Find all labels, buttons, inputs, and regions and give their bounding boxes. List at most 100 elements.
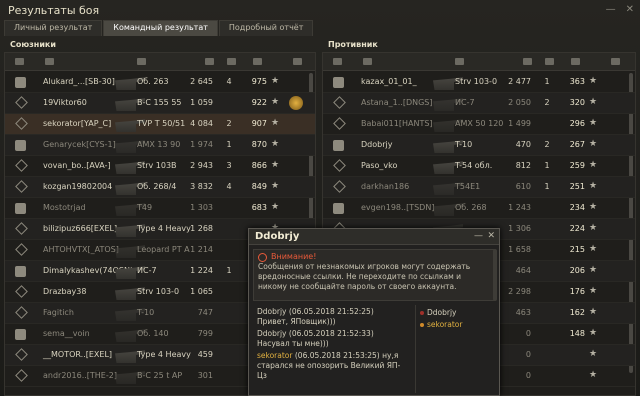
kills-value: 1 <box>226 266 232 275</box>
xp-value: 320 <box>569 98 585 107</box>
damage-value: 2 298 <box>508 287 531 296</box>
warning-scrollbar[interactable] <box>493 249 497 301</box>
clan-emblem-icon <box>333 140 344 151</box>
close-icon[interactable]: ✕ <box>487 231 495 241</box>
table-row[interactable]: Genarycek[CYS-1] AMX 13 90 1 974 1 870 ★ <box>5 135 315 156</box>
participant[interactable]: sekorator <box>420 319 491 331</box>
damage-value: 464 <box>515 266 531 275</box>
player-name: sema__voin <box>43 329 90 338</box>
xp-value: 866 <box>251 161 267 170</box>
message-author[interactable]: Ddobrjy <box>257 329 287 338</box>
warning-icon <box>258 253 267 262</box>
player-name: АНТОНVTX[_ATOS] <box>43 245 119 254</box>
sort-vehicle-icon[interactable] <box>137 58 146 65</box>
sort-player-icon[interactable] <box>363 58 372 65</box>
message-time: (06.05.2018 21:52:25) <box>288 307 374 316</box>
minimize-icon[interactable]: — <box>474 231 483 241</box>
sort-platoon-icon[interactable] <box>333 58 342 65</box>
sort-xp-icon[interactable] <box>571 58 580 65</box>
sort-vehicle-icon[interactable] <box>455 58 464 65</box>
sort-medal-icon[interactable] <box>611 58 620 65</box>
vehicle-name: T-54 обл. <box>455 161 493 170</box>
close-icon[interactable]: ✕ <box>626 4 634 15</box>
damage-value: 1 974 <box>190 140 213 149</box>
rank-icon <box>15 369 28 382</box>
table-row[interactable]: Astana_1..[DNGS] ИС-7 2 050 2 320 ★ <box>323 93 635 114</box>
tabs-bar: Личный результат Командный результат Под… <box>4 20 314 36</box>
star-icon: ★ <box>271 139 280 149</box>
player-name: andr2016..[THE-2] <box>43 371 117 380</box>
player-name: sekorator[YAP_C] <box>43 119 112 128</box>
star-icon: ★ <box>589 223 598 233</box>
table-row[interactable]: evgen198..[TSDN] Об. 268 1 243 234 ★ <box>323 198 635 219</box>
table-row[interactable]: Alukard_...[SB-30] Об. 263 2 645 4 975 ★ <box>5 72 315 93</box>
tab-personal[interactable]: Личный результат <box>4 20 103 36</box>
vehicle-name: Strv 103-0 <box>455 77 498 86</box>
sort-kills-icon[interactable] <box>227 58 236 65</box>
participant[interactable]: Ddobrjy <box>420 307 491 319</box>
player-name: Genarycek[CYS-1] <box>43 140 116 149</box>
table-row[interactable]: darkhan186 T54E1 610 1 251 ★ <box>323 177 635 198</box>
kills-value: 2 <box>544 140 550 149</box>
damage-value: 0 <box>525 329 531 338</box>
status-dot-icon <box>420 311 424 315</box>
damage-value: 301 <box>197 371 213 380</box>
player-name: Mostotrjad <box>43 203 86 212</box>
minimize-icon[interactable]: — <box>606 4 616 15</box>
table-row[interactable]: Babai011[HANTS] AMX 50 120 1 499 296 ★ <box>323 114 635 135</box>
rank-icon <box>15 285 28 298</box>
vehicle-name: ИС-7 <box>137 266 157 275</box>
table-row[interactable]: sekorator[YAP_C] TVP T 50/51 4 084 2 907 ★ <box>5 114 315 135</box>
allies-column-header <box>5 53 315 71</box>
sort-kills-icon[interactable] <box>545 58 554 65</box>
damage-value: 812 <box>515 161 531 170</box>
table-row[interactable]: Paso_vko T-54 обл. 812 1 259 ★ <box>323 156 635 177</box>
sort-damage-icon[interactable] <box>205 58 214 65</box>
table-row[interactable]: Mostotrjad T49 1 303 683 ★ <box>5 198 315 219</box>
table-row[interactable]: vovan_bo..[AVA-] Strv 103B 2 943 3 866 ★ <box>5 156 315 177</box>
sort-platoon-icon[interactable] <box>15 58 24 65</box>
enemies-header: Противник <box>328 40 378 49</box>
table-row[interactable]: 19Viktor60 В-С 155 55 1 059 922 ★ <box>5 93 315 114</box>
xp-value: 162 <box>569 308 585 317</box>
vehicle-name: Об. 140 <box>137 329 169 338</box>
sort-player-icon[interactable] <box>45 58 54 65</box>
table-row[interactable]: kazax_01_01_ Strv 103-0 2 477 1 363 ★ <box>323 72 635 93</box>
kills-value: 4 <box>226 182 232 191</box>
tab-detailed[interactable]: Подробный отчёт <box>218 20 314 36</box>
message-author[interactable]: Ddobrjy <box>257 307 287 316</box>
xp-value: 224 <box>569 224 585 233</box>
player-name: Fagitich <box>43 308 74 317</box>
sort-medal-icon[interactable] <box>293 58 302 65</box>
damage-value: 1 214 <box>190 245 213 254</box>
xp-value: 907 <box>251 119 267 128</box>
clan-emblem-icon <box>15 329 26 340</box>
player-name: darkhan186 <box>361 182 410 191</box>
player-name: kazax_01_01_ <box>361 77 417 86</box>
damage-value: 459 <box>197 350 213 359</box>
xp-value: 206 <box>569 266 585 275</box>
player-name: evgen198..[TSDN] <box>361 203 435 212</box>
vehicle-name: Об. 268 <box>455 203 487 212</box>
star-icon: ★ <box>589 181 598 191</box>
table-row[interactable]: kozgan19802004 Об. 268/4 3 832 4 849 ★ <box>5 177 315 198</box>
medal-icon <box>289 96 303 110</box>
sort-damage-icon[interactable] <box>523 58 532 65</box>
participant-name: sekorator <box>427 320 463 329</box>
rank-icon <box>15 222 28 235</box>
kills-value: 1 <box>226 140 232 149</box>
damage-value: 1 658 <box>508 245 531 254</box>
sort-xp-icon[interactable] <box>253 58 262 65</box>
chat-title: Ddobrjy <box>249 229 499 245</box>
xp-value: 234 <box>569 203 585 212</box>
vehicle-name: Strv 103B <box>137 161 177 170</box>
kills-value: 3 <box>226 161 232 170</box>
player-name: bilizipuz666[EXEL] <box>43 224 118 233</box>
star-icon: ★ <box>589 307 598 317</box>
table-row[interactable]: Ddobrjy T-10 470 2 267 ★ <box>323 135 635 156</box>
message-author[interactable]: sekorator <box>257 351 292 360</box>
xp-value: 251 <box>569 182 585 191</box>
star-icon: ★ <box>589 265 598 275</box>
damage-value: 0 <box>525 371 531 380</box>
tab-team[interactable]: Командный результат <box>103 20 218 36</box>
